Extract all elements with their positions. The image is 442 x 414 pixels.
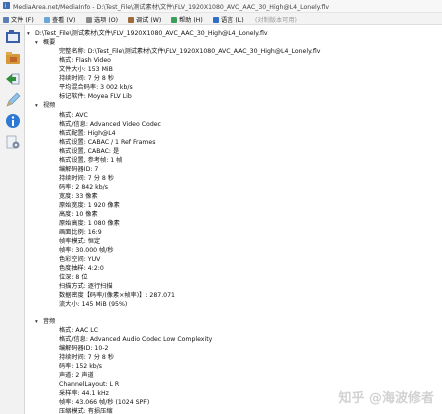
- collapse-arrow-icon[interactable]: ▾: [35, 38, 38, 48]
- options-icon: [86, 17, 92, 23]
- file-icon: [3, 17, 9, 23]
- section-video[interactable]: ▾ 视频: [35, 101, 56, 111]
- tree-item-text: 持续时间: 7 分 8 秒: [59, 175, 114, 182]
- language-icon: [213, 17, 219, 23]
- menu-custom-version: (对制版本可用): [255, 15, 297, 24]
- tree-item-text: 格式设置, CABAC: 是: [59, 148, 120, 155]
- menu-file-label: 文件 (F): [11, 17, 34, 24]
- mediainfo-app-icon: i: [3, 2, 10, 9]
- left-toolbar: [0, 25, 25, 414]
- tree-item-text: 格式配置: High@L4: [59, 130, 116, 137]
- tree-item-text: 原始高度: 1 080 像素: [59, 220, 120, 227]
- tree-item-text: ChannelLayout: L R: [59, 381, 120, 388]
- collapse-arrow-icon[interactable]: ▾: [27, 29, 30, 39]
- tree-item-text: 格式/信息: Advanced Video Codec: [59, 121, 161, 128]
- tree-item-text: 完整名称: D:\Test_File\测试素材\文件\FLV_1920X1080…: [59, 48, 321, 55]
- section-video-label: 视频: [43, 102, 56, 109]
- tree-item-text: 码率: 152 kb/s: [59, 363, 103, 370]
- tree-item-text: 格式: AAC LC: [59, 327, 99, 334]
- tree-item-text: 编解码器ID: 10-2: [59, 345, 109, 352]
- tree-item-text: 画面比例: 16:9: [59, 229, 102, 236]
- menu-help[interactable]: 帮助 (H): [171, 15, 203, 24]
- tree-item[interactable]: 流大小: 145 MiB (95%): [59, 300, 127, 310]
- tree-item-text: 平均混合码率: 3 002 kb/s: [59, 84, 133, 91]
- tree-item-text: 帧率: 30.000 帧/秒: [59, 247, 114, 254]
- tree-item-text: 扫描方式: 逐行扫描: [59, 283, 113, 290]
- watermark: 知乎 @海波修者: [338, 391, 434, 406]
- menu-view-label: 查看 (V): [52, 17, 76, 24]
- tree-item-text: 格式设置: CABAC / 1 Ref Frames: [59, 139, 156, 146]
- menu-debug-label: 调试 (W): [136, 17, 162, 24]
- collapse-arrow-icon[interactable]: ▾: [35, 317, 38, 327]
- tree-item-text: 格式/信息: Advanced Audio Codec Low Complexi…: [59, 336, 213, 343]
- tree-item-text: 宽度: 33 像素: [59, 193, 98, 200]
- collapse-arrow-icon[interactable]: ▾: [35, 101, 38, 111]
- open-folder-icon[interactable]: [5, 50, 21, 66]
- tree-item-text: 帧率模式: 恒定: [59, 238, 101, 245]
- tree-item-text: 采样率: 44.1 kHz: [59, 390, 109, 397]
- tree-item-text: 帧率: 43.066 帧/秒 (1024 SPF): [59, 399, 150, 406]
- debug-icon: [128, 17, 134, 23]
- tree-item-text: 格式: Flash Video: [59, 57, 111, 64]
- tree-item-text: 流大小: 145 MiB (95%): [59, 301, 128, 308]
- tree-item-text: 码率: 2 842 kb/s: [59, 184, 108, 191]
- tree-item-text: 原始宽度: 1 920 像素: [59, 202, 120, 209]
- menu-custom-version-label: (对制版本可用): [255, 17, 297, 24]
- tree-item[interactable]: 压缩模式: 有损压缩: [59, 407, 113, 414]
- window-title: MediaArea.net/MediaInfo - D:\Test_File\测…: [13, 4, 330, 11]
- tree-item-text: 标记软件: Moyea FLV Lib: [59, 93, 132, 100]
- view-icon: [44, 17, 50, 23]
- tree-item-text: 数据密度【码率/(像素×帧率)】: 287.071: [59, 292, 175, 299]
- window-titlebar: i MediaArea.net/MediaInfo - D:\Test_File…: [0, 0, 442, 13]
- tree-item-text: 高度: 10 像素: [59, 211, 98, 218]
- menu-language-label: 语言 (L): [221, 17, 244, 24]
- preferences-icon[interactable]: [5, 134, 21, 150]
- menu-language[interactable]: 语言 (L): [213, 15, 244, 24]
- menu-bar: 文件 (F) 查看 (V) 选项 (O) 调试 (W) 帮助 (H) 语言 (L…: [0, 13, 442, 25]
- tree-item-text: 色度抽样: 4:2:0: [59, 265, 104, 272]
- info-tree[interactable]: ▾ D:\Test_File\测试素材\文件\FLV_1920X1080_AVC…: [25, 25, 442, 414]
- menu-file[interactable]: 文件 (F): [3, 15, 34, 24]
- tree-item-text: 压缩模式: 有损压缩: [59, 408, 113, 414]
- tree-root[interactable]: ▾ D:\Test_File\测试素材\文件\FLV_1920X1080_AVC…: [27, 29, 268, 39]
- tree-item-text: 格式设置, 参考帧: 1 帧: [59, 157, 123, 164]
- menu-options-label: 选项 (O): [94, 17, 119, 24]
- tree-item-text: 持续时间: 7 分 8 秒: [59, 354, 114, 361]
- menu-view[interactable]: 查看 (V): [44, 15, 75, 24]
- tree-item[interactable]: 标记软件: Moyea FLV Lib: [59, 92, 132, 102]
- section-audio-label: 音频: [43, 318, 56, 325]
- menu-options[interactable]: 选项 (O): [86, 15, 118, 24]
- tree-item-text: 格式: AVC: [59, 112, 88, 119]
- tree-item-text: 位深: 8 位: [59, 274, 88, 281]
- tree-item-text: 文件大小: 153 MiB: [59, 66, 113, 73]
- menu-debug[interactable]: 调试 (W): [128, 15, 161, 24]
- tree-item-text: 色彩空间: YUV: [59, 256, 101, 263]
- menu-help-label: 帮助 (H): [179, 17, 203, 24]
- info-icon[interactable]: [5, 113, 21, 129]
- section-general[interactable]: ▾ 概要: [35, 38, 56, 48]
- tree-item-text: 持续时间: 7 分 8 秒: [59, 75, 114, 82]
- help-icon: [171, 17, 177, 23]
- tree-item-text: 声道: 2 声道: [59, 372, 94, 379]
- section-audio[interactable]: ▾ 音频: [35, 317, 56, 327]
- section-general-label: 概要: [43, 39, 56, 46]
- edit-icon[interactable]: [5, 92, 21, 108]
- tree-item-text: 编解码器ID: 7: [59, 166, 99, 173]
- export-icon[interactable]: [5, 71, 21, 87]
- open-file-icon[interactable]: [5, 29, 21, 45]
- tree-root-label: D:\Test_File\测试素材\文件\FLV_1920X1080_AVC_A…: [35, 30, 268, 37]
